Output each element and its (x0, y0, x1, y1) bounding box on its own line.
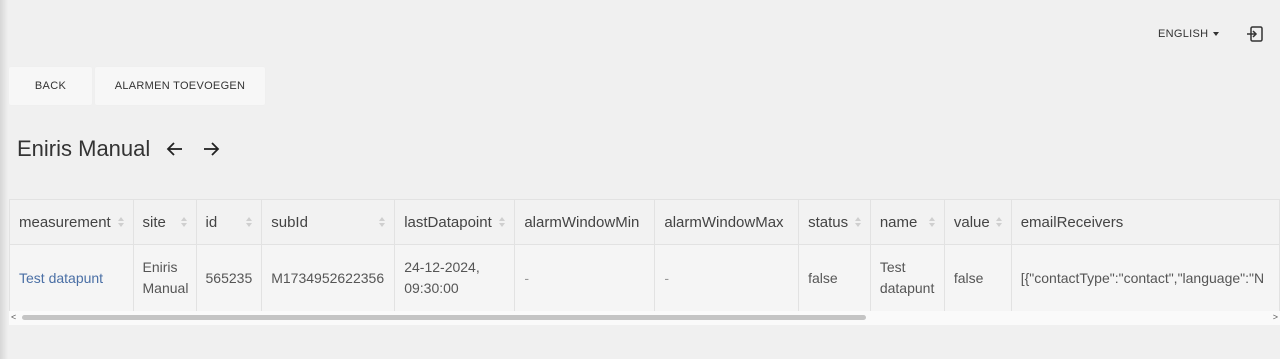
page-title: Eniris Manual (17, 136, 151, 161)
cell-subid: M1734952622356 (261, 244, 396, 312)
cell-name: Test datapunt (869, 244, 945, 312)
sort-icon (117, 217, 124, 227)
language-label: ENGLISH (1158, 28, 1209, 40)
cell-emailreceivers: [{"contactType":"contact","language":"N (1010, 244, 1280, 312)
page-edge-shadow (0, 0, 8, 359)
column-header-status[interactable]: status (798, 199, 871, 245)
column-header-alarmwindowmin[interactable]: alarmWindowMin (514, 199, 656, 245)
scrollbar-thumb[interactable] (22, 315, 866, 320)
language-selector[interactable]: ENGLISH (1158, 28, 1220, 40)
column-header-id[interactable]: id (195, 199, 263, 245)
back-button[interactable]: BACK (9, 67, 92, 105)
column-header-emailreceivers[interactable]: emailReceivers (1010, 199, 1280, 245)
column-header-subid[interactable]: subId (261, 199, 396, 245)
add-alarms-button[interactable]: ALARMEN TOEVOEGEN (95, 67, 265, 105)
page-header: Eniris Manual (17, 136, 222, 162)
sort-icon (995, 217, 1002, 227)
scroll-right-icon[interactable]: > (1273, 312, 1278, 322)
column-header-alarmwindowmax[interactable]: alarmWindowMax (654, 199, 800, 245)
column-header-name[interactable]: name (869, 199, 945, 245)
datapoints-table: measurement site id subId lastDatapoint … (9, 199, 1280, 312)
cell-id: 565235 (195, 244, 263, 312)
sort-icon (854, 217, 861, 227)
arrow-left-icon[interactable] (164, 138, 186, 160)
sort-icon (180, 217, 187, 227)
scroll-left-icon[interactable]: < (11, 312, 16, 322)
table-row: Test datapunt Eniris Manual 565235 M1734… (9, 244, 1280, 312)
cell-lastdatapoint: 24-12-2024, 09:30:00 (394, 244, 516, 312)
cell-measurement[interactable]: Test datapunt (9, 244, 134, 312)
column-header-value[interactable]: value (943, 199, 1012, 245)
cell-status: false (798, 244, 871, 312)
horizontal-scrollbar[interactable]: < > (9, 311, 1280, 325)
column-header-site[interactable]: site (132, 199, 197, 245)
column-header-lastdatapoint[interactable]: lastDatapoint (394, 199, 516, 245)
cell-alarmwindowmax: - (654, 244, 800, 312)
sort-icon (499, 217, 506, 227)
cell-value: false (943, 244, 1012, 312)
column-header-measurement[interactable]: measurement (9, 199, 134, 245)
arrow-right-icon[interactable] (200, 138, 222, 160)
logout-icon[interactable] (1246, 25, 1264, 43)
sort-icon (928, 217, 935, 227)
sort-icon (246, 217, 253, 227)
datapoints-table-container: measurement site id subId lastDatapoint … (9, 199, 1280, 325)
cell-site: Eniris Manual (132, 244, 197, 312)
sort-icon (379, 217, 386, 227)
chevron-down-icon (1213, 32, 1220, 36)
table-header-row: measurement site id subId lastDatapoint … (9, 199, 1280, 245)
cell-alarmwindowmin: - (514, 244, 656, 312)
